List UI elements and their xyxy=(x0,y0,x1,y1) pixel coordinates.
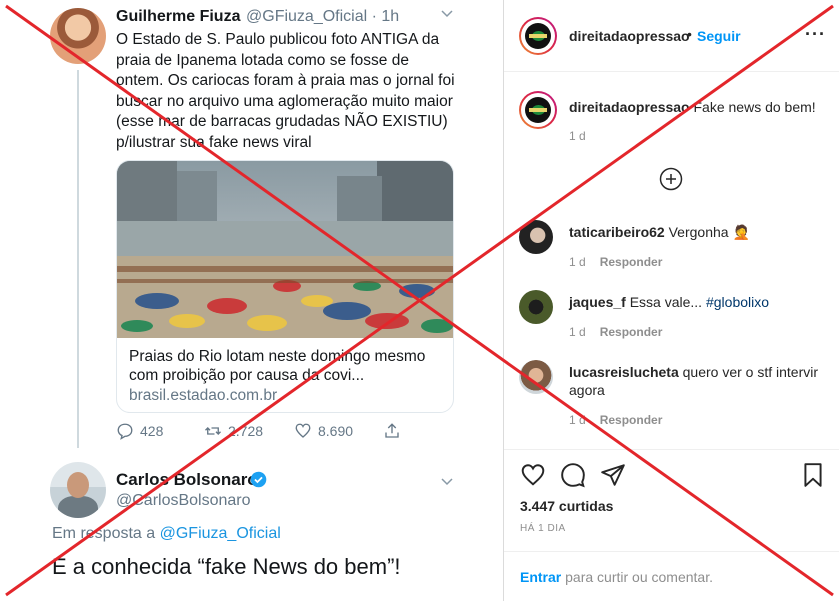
instagram-panel: direitadaopressao • Seguir ··· direitada… xyxy=(504,0,839,601)
comment-avatar[interactable] xyxy=(519,290,553,324)
heart-icon[interactable] xyxy=(520,462,546,488)
like-count: 8.690 xyxy=(318,423,354,439)
comment-username[interactable]: taticaribeiro62 xyxy=(569,224,665,240)
avatar[interactable] xyxy=(50,462,106,518)
comment-time[interactable]: 1 d xyxy=(569,255,586,269)
comment-username[interactable]: lucasreislucheta xyxy=(569,364,679,380)
separator-dot: • xyxy=(687,26,692,42)
avatar[interactable] xyxy=(50,8,106,64)
retweet-icon[interactable] xyxy=(204,422,222,440)
reply-button[interactable]: Responder xyxy=(600,413,663,427)
login-prompt-text: para curtir ou comentar. xyxy=(561,569,713,585)
reply-tweet-text: É a conhecida “fake News do bem”! xyxy=(52,554,401,579)
post-username[interactable]: direitadaopressao xyxy=(569,28,690,44)
comment-time[interactable]: 1 d xyxy=(569,325,586,339)
retweet-count: 2.728 xyxy=(228,423,264,439)
post-header: direitadaopressao • Seguir ··· xyxy=(504,0,839,72)
reply-count: 428 xyxy=(140,423,164,439)
comment-hashtag[interactable]: #globolixo xyxy=(706,294,769,310)
tweet-time[interactable]: · 1h xyxy=(372,8,400,25)
caption-time[interactable]: 1 d xyxy=(569,129,586,143)
link-card[interactable]: Praias do Rio lotam neste domingo mesmo … xyxy=(116,160,454,413)
retweet-action[interactable]: 2.728 xyxy=(204,422,263,440)
bookmark-icon[interactable] xyxy=(800,462,826,488)
reply-button[interactable]: Responder xyxy=(600,325,663,339)
link-card-domain[interactable]: brasil.estadao.com.br xyxy=(129,387,277,405)
follow-button[interactable]: Seguir xyxy=(697,28,741,44)
add-comment-area: Entrar para curtir ou comentar. xyxy=(504,551,839,601)
like-action[interactable]: 8.690 xyxy=(294,422,353,440)
beach-photo xyxy=(117,161,453,338)
comment-meta: 1 d Responder xyxy=(569,325,662,339)
post-footer: 3.447 curtidas HÁ 1 DIA Entrar para curt… xyxy=(504,449,839,601)
comment-time[interactable]: 1 d xyxy=(569,413,586,427)
tweet-author-handle[interactable]: @GFiuza_Oficial · 1h xyxy=(246,8,399,26)
thread-line xyxy=(77,70,79,448)
more-options-icon[interactable]: ··· xyxy=(805,24,826,45)
comment-text: Vergonha 🤦 xyxy=(668,224,750,240)
chevron-down-icon[interactable] xyxy=(440,6,456,20)
login-link[interactable]: Entrar xyxy=(520,569,561,585)
caption-text: Fake news do bem! xyxy=(693,99,816,115)
login-prompt: Entrar para curtir ou comentar. xyxy=(520,569,713,585)
tweet-author-name[interactable]: Guilherme Fiuza xyxy=(116,8,240,26)
reply-author-handle[interactable]: @CarlosBolsonaro xyxy=(116,492,251,510)
comment-username[interactable]: jaques_f xyxy=(569,294,626,310)
tweet-text: O Estado de S. Paulo publicou foto ANTIG… xyxy=(116,31,455,151)
reply-to-link[interactable]: @GFiuza_Oficial xyxy=(160,525,281,542)
comment-icon[interactable] xyxy=(560,462,586,488)
load-more-comments-icon[interactable] xyxy=(659,167,683,191)
posted-time[interactable]: HÁ 1 DIA xyxy=(520,523,566,534)
comment-avatar[interactable] xyxy=(519,220,553,254)
reply-action[interactable]: 428 xyxy=(116,422,163,440)
likes-count[interactable]: 3.447 curtidas xyxy=(520,498,613,514)
share-action[interactable] xyxy=(383,422,401,440)
tweet-handle-text[interactable]: @GFiuza_Oficial xyxy=(246,8,367,25)
reply-author-name[interactable]: Carlos Bolsonaro xyxy=(116,470,258,490)
share-icon[interactable] xyxy=(383,422,401,440)
comment: jaques_f Essa vale... #globolixo xyxy=(569,293,824,311)
caption-avatar[interactable] xyxy=(519,91,557,129)
reply-to-line: Em resposta a @GFiuza_Oficial xyxy=(52,525,281,543)
share-icon[interactable] xyxy=(600,462,626,488)
heart-icon[interactable] xyxy=(294,422,312,440)
caption: direitadaopressao Fake news do bem! xyxy=(569,98,829,116)
caption-username[interactable]: direitadaopressao xyxy=(569,99,690,115)
comment: lucasreislucheta quero ver o stf intervi… xyxy=(569,363,824,399)
comment-text: Essa vale... xyxy=(629,294,706,310)
link-card-title[interactable]: Praias do Rio lotam neste domingo mesmo … xyxy=(129,347,445,385)
verified-badge-icon xyxy=(250,471,267,488)
comment: taticaribeiro62 Vergonha 🤦 xyxy=(569,223,824,241)
profile-avatar[interactable] xyxy=(519,17,557,55)
tweet-screenshot: Guilherme Fiuza @GFiuza_Oficial · 1h O E… xyxy=(0,0,504,601)
comment-meta: 1 d Responder xyxy=(569,413,662,427)
reply-button[interactable]: Responder xyxy=(600,255,663,269)
comment-avatar[interactable] xyxy=(519,360,553,394)
reply-to-prefix: Em resposta a xyxy=(52,525,156,542)
beach-photo-graphic xyxy=(117,161,453,338)
comment-meta: 1 d Responder xyxy=(569,255,662,269)
chevron-down-icon[interactable] xyxy=(440,474,454,491)
reply-icon[interactable] xyxy=(116,422,134,440)
